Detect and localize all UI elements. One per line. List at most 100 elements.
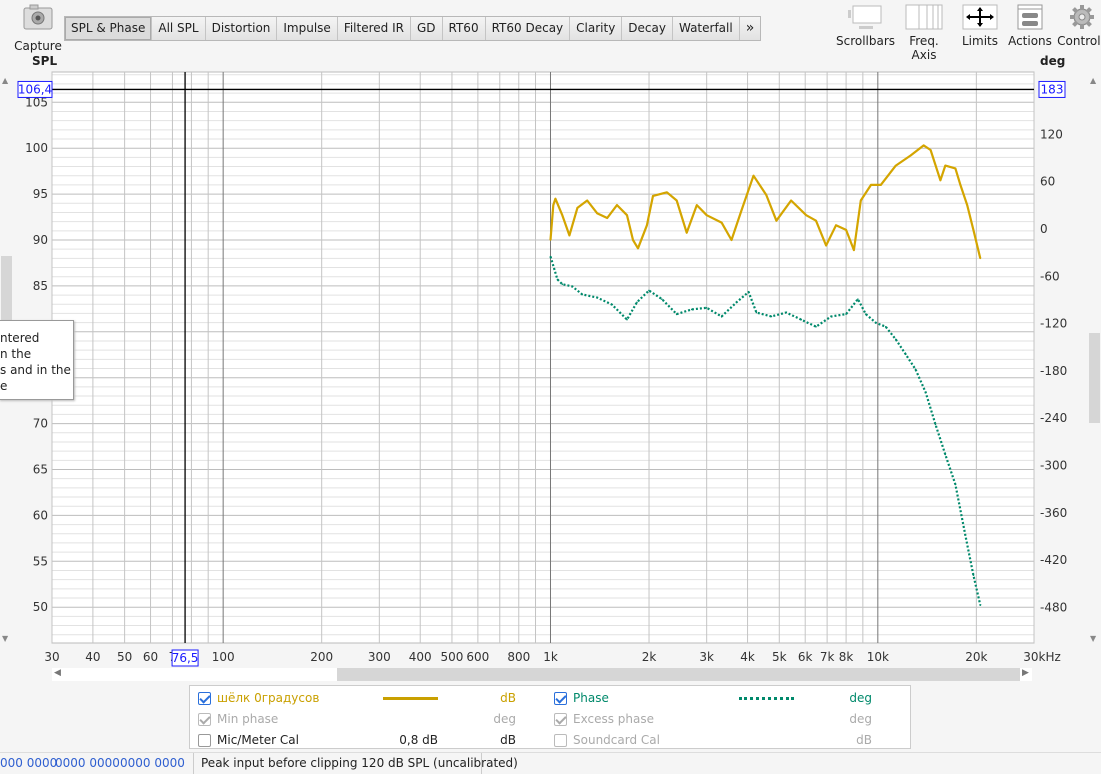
legend-unit: deg [849, 712, 872, 726]
x-tick-label: 30kHz [1023, 650, 1061, 664]
data-point [705, 214, 708, 217]
data-point [556, 278, 559, 281]
level-meter-3: 0000 0000 [120, 756, 185, 770]
legend-unit: deg [849, 691, 872, 705]
legend-checkbox[interactable] [198, 733, 211, 747]
data-point [815, 325, 817, 328]
data-point [720, 315, 723, 318]
x-tick-label: 3k [699, 650, 714, 664]
data-point [870, 184, 872, 186]
data-point [929, 149, 932, 151]
data-point [561, 214, 564, 217]
legend-name: шёлк 0градусов [217, 691, 320, 705]
data-point [959, 184, 962, 186]
level-meter-2: 0000 0000 [55, 756, 120, 770]
x-tick-label: 100 [212, 650, 235, 664]
x-tick-label: 10k [867, 650, 889, 664]
scroll-right-icon[interactable]: ▶ [1022, 668, 1029, 678]
right-tick-label: -180 [1040, 364, 1067, 378]
legend-row-soundcard-cal: Soundcard Cal dB [554, 730, 874, 750]
data-point [835, 224, 837, 227]
right-tick-label: -420 [1040, 553, 1067, 567]
data-point [586, 199, 589, 202]
legend-checkbox[interactable] [554, 691, 567, 705]
data-point [576, 207, 579, 209]
legend-unit: dB [500, 691, 516, 705]
data-point [646, 224, 648, 227]
data-point [675, 199, 678, 202]
data-point [581, 293, 584, 296]
x-tick-label: 50 [117, 650, 132, 664]
left-tick-label: 100 [25, 141, 48, 155]
data-point [853, 249, 855, 251]
legend-name: Mic/Meter Cal [217, 733, 299, 747]
data-point [705, 307, 708, 309]
data-point [979, 257, 982, 260]
data-point [825, 244, 827, 247]
data-point [735, 301, 738, 304]
right-tick-label: -480 [1040, 601, 1067, 615]
data-point [972, 229, 975, 231]
spl-phase-chart[interactable]: 50556065707580859095100105120600-60-120-… [0, 0, 1101, 668]
legend-checkbox[interactable] [198, 712, 211, 726]
x-tick-label: 4k [740, 650, 755, 664]
scroll-left-icon[interactable]: ◀ [54, 668, 61, 678]
status-bar: 000 0000 0000 0000 0000 0000 Peak input … [0, 752, 1101, 774]
horizontal-scrollbar[interactable]: ◀ ▶ [52, 668, 1032, 681]
left-tick-label: 95 [33, 187, 48, 201]
data-point [675, 313, 678, 315]
data-point [964, 534, 967, 536]
x-tick-label: 7k [820, 650, 835, 664]
data-point [770, 315, 773, 318]
data-point [549, 239, 552, 241]
horizontal-scroll-thumb[interactable] [337, 668, 1020, 681]
legend-checkbox[interactable] [554, 733, 567, 747]
left-tick-label: 50 [33, 600, 48, 614]
data-point [596, 212, 599, 215]
legend-checkbox[interactable] [554, 712, 567, 726]
legend-name: Phase [573, 691, 609, 705]
data-point [895, 338, 897, 341]
data-point [800, 318, 803, 321]
right-tick-label: -60 [1040, 269, 1060, 283]
data-point [549, 255, 552, 258]
left-tick-label: 65 [33, 462, 48, 476]
data-point [884, 325, 887, 328]
x-tick-label: 400 [409, 650, 432, 664]
data-point [944, 453, 947, 456]
tooltip: ntered n the s and in the e [0, 320, 74, 400]
data-point [596, 296, 599, 299]
legend-row-excess-phase: Excess phase deg [554, 709, 874, 729]
legend-name: Soundcard Cal [573, 733, 660, 747]
data-point [730, 239, 733, 241]
status-message: Peak input before clipping 120 dB SPL (u… [201, 756, 518, 770]
data-point [666, 191, 668, 194]
data-point [755, 311, 758, 314]
x-tick-label: 2k [642, 650, 657, 664]
data-point [765, 194, 768, 196]
tooltip-line: n the [0, 347, 32, 361]
legend-checkbox[interactable] [198, 691, 211, 705]
data-point [685, 231, 688, 234]
left-tick-label: 60 [33, 508, 48, 522]
x-tick-label: 60 [143, 650, 158, 664]
legend-row-phase: Phase deg [554, 688, 874, 708]
legend-row-min-phase: Min phase deg [198, 709, 518, 729]
data-point [785, 311, 788, 314]
cursor-deg-readout: 183 [1041, 82, 1064, 96]
data-point [934, 423, 937, 426]
data-point [875, 321, 877, 324]
data-point [790, 199, 792, 202]
left-tick-label: 90 [33, 233, 48, 247]
level-meter-1: 000 0000 [0, 756, 58, 770]
data-point [611, 303, 613, 306]
data-point [815, 219, 817, 222]
data-point [740, 209, 743, 212]
data-point [805, 214, 807, 217]
left-tick-label: 70 [33, 417, 48, 431]
right-tick-label: -360 [1040, 506, 1067, 520]
legend-name: Min phase [217, 712, 279, 726]
legend-line-sample [739, 697, 794, 700]
data-point [637, 247, 639, 250]
data-point [857, 298, 859, 300]
